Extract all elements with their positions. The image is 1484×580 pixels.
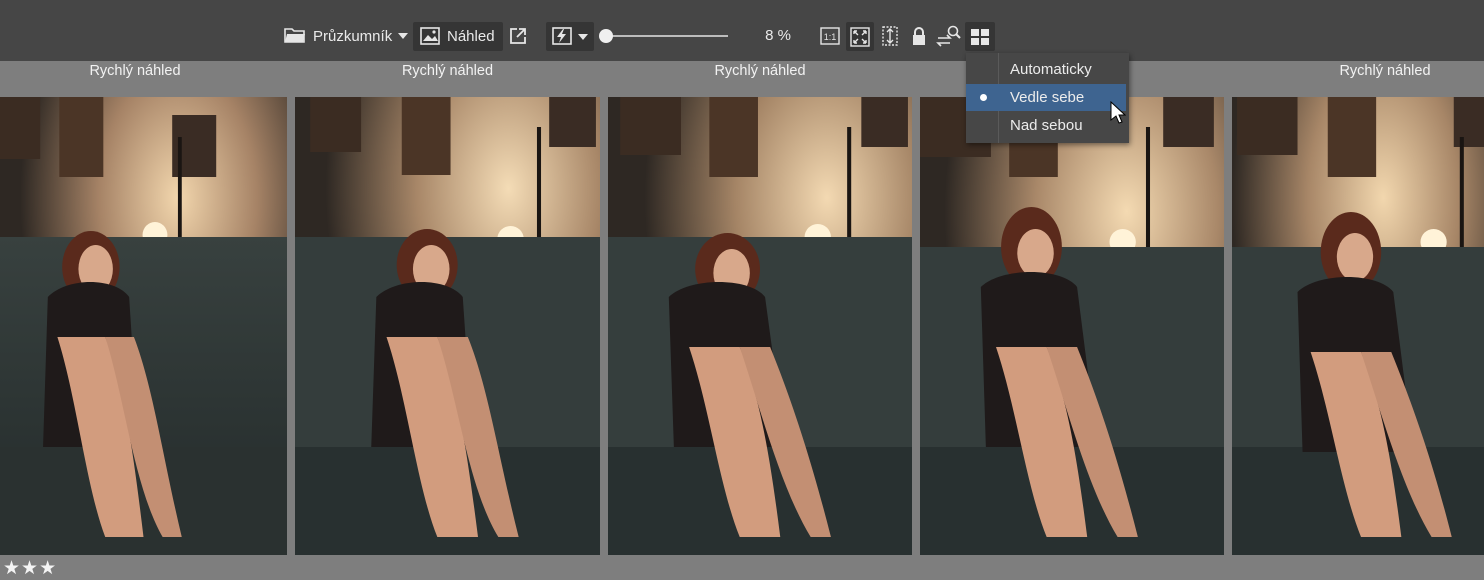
svg-text:1:1: 1:1 — [824, 32, 837, 42]
preview-label: Náhled — [447, 28, 495, 45]
menu-item-side-by-side[interactable]: Vedle sebe — [966, 84, 1126, 111]
zoom-slider-handle[interactable] — [599, 29, 613, 43]
image-icon — [420, 27, 440, 45]
menu-item-label: Automaticky — [1010, 61, 1092, 78]
zoom-slider-track[interactable] — [606, 35, 728, 37]
menu-item-label: Vedle sebe — [1010, 89, 1085, 106]
flash-dropdown[interactable] — [546, 22, 594, 51]
lock-icon[interactable] — [909, 25, 929, 47]
selected-radio-icon — [980, 94, 987, 101]
photo-caption: Rychlý náhled — [89, 63, 181, 79]
menu-item-stacked[interactable]: Nad sebou — [966, 112, 1126, 139]
photo-thumbnail[interactable] — [608, 97, 912, 555]
photo-caption: Rychlý náhled — [401, 63, 494, 79]
mouse-cursor-icon — [1110, 100, 1127, 130]
fit-height-icon[interactable] — [879, 25, 901, 47]
layout-grid-icon[interactable] — [965, 22, 995, 51]
photo-caption: Rychlý náhled — [1339, 63, 1431, 79]
photo-thumbnail[interactable] — [1232, 97, 1484, 555]
photo-thumbnail[interactable] — [295, 97, 600, 555]
chevron-down-icon[interactable] — [397, 31, 409, 41]
folder-icon[interactable] — [284, 25, 306, 45]
photo-thumbnail[interactable] — [0, 97, 287, 555]
fit-screen-icon[interactable] — [846, 22, 874, 51]
preview-button[interactable]: Náhled — [413, 22, 503, 51]
photo-thumbnail[interactable] — [920, 97, 1224, 555]
chevron-down-icon — [578, 34, 588, 40]
explorer-button-label[interactable]: Průzkumník — [313, 26, 392, 46]
actual-size-icon[interactable]: 1:1 — [819, 25, 841, 47]
external-open-icon[interactable] — [508, 26, 528, 46]
menu-item-label: Nad sebou — [1010, 117, 1083, 134]
rating-stars[interactable]: ★★★ — [3, 557, 57, 580]
photo-caption: Rychlý náhled — [714, 63, 806, 79]
flash-icon — [552, 27, 572, 45]
menu-item-automatic[interactable]: Automaticky — [966, 56, 1126, 83]
zoom-value: 8 % — [765, 27, 791, 44]
compare-swap-icon[interactable] — [936, 24, 962, 48]
top-toolbar: Průzkumník Náhled 8 % 1:1 — [0, 0, 1484, 61]
